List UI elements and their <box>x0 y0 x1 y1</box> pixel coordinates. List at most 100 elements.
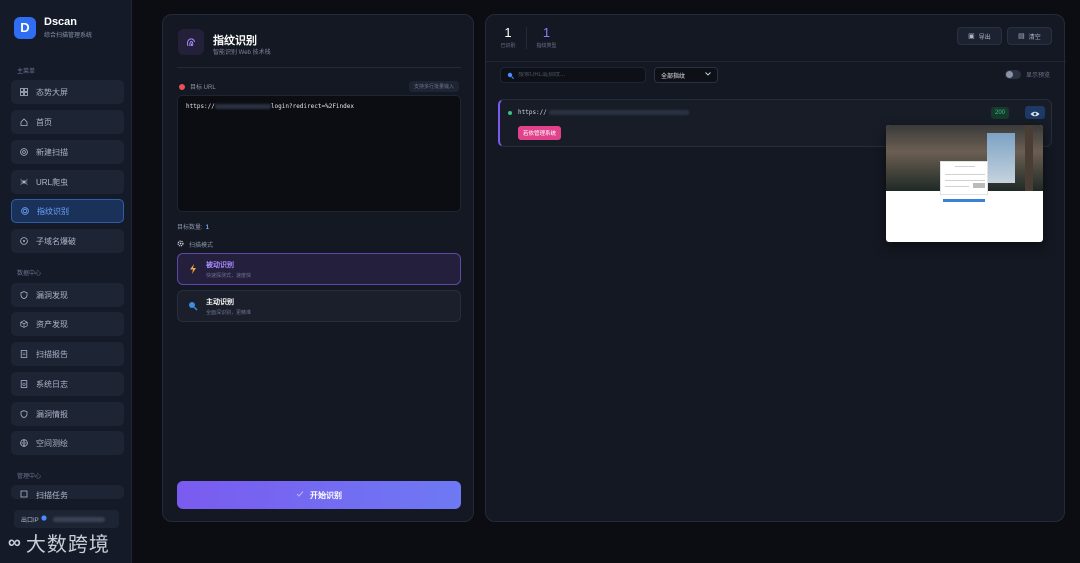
eye-icon <box>1030 104 1040 122</box>
filter-selected-value: 全部指纹 <box>661 73 686 80</box>
stat-identified-label: 已识别 <box>500 43 516 49</box>
mode-active[interactable]: 主动识别 全面深识别，更精准 <box>177 290 461 322</box>
mode-passive-desc: 快速探测式，速度快 <box>206 272 252 279</box>
grid-icon <box>20 88 28 96</box>
sidebar-item-label: 系统日志 <box>36 379 68 389</box>
status-badge: 200 <box>991 107 1010 119</box>
status-dot <box>508 111 512 115</box>
sidebar-item-vuln-discovery[interactable]: 漏洞发现 <box>11 283 124 307</box>
target-url-textarea[interactable]: https:// login?redirect=%2Findex <box>177 95 461 212</box>
section-label-main: 主菜单 <box>17 69 36 75</box>
target-dot-icon <box>179 83 185 90</box>
target-count: 目标数量: 1 <box>177 222 209 231</box>
clear-label: 清空 <box>1028 34 1041 41</box>
globe-icon <box>41 515 47 523</box>
sidebar-item-cyberspace-mapping[interactable]: 空间测绘 <box>11 431 124 455</box>
cube-icon <box>20 320 28 328</box>
sidebar-item-system-log[interactable]: 系统日志 <box>11 372 124 396</box>
sidebar-item-label: 资产发现 <box>36 319 68 329</box>
radar-icon <box>20 148 28 156</box>
shield-icon <box>20 291 28 299</box>
url-suffix-text: login?redirect=%2Findex <box>270 103 354 110</box>
exit-ip-label: 出口IP <box>21 517 39 524</box>
watermark: ∞ 大数跨境 <box>8 528 110 557</box>
preview-toggle-row: 显示预览 <box>1004 70 1050 79</box>
search-box[interactable] <box>500 67 646 83</box>
sidebar-item-label: 指纹识别 <box>37 206 69 216</box>
start-recognition-button[interactable]: 开始识别 <box>177 481 461 509</box>
results-panel: 1 已识别 1 指纹类型 ▣ 导出 ▤ 清空 全部指纹 显示预览 https:/… <box>485 14 1066 522</box>
exit-ip-box: 出口IP <box>14 510 119 528</box>
batch-input-hint: 支持多行批量输入 <box>408 81 459 92</box>
url-host-redacted <box>214 104 271 109</box>
stat-identified: 1 已识别 <box>498 25 518 49</box>
sidebar-item-asset-discovery[interactable]: 资产发现 <box>11 312 124 336</box>
sidebar-item-new-scan[interactable]: 新建扫描 <box>11 140 124 164</box>
fingerprint-icon <box>178 29 204 55</box>
target-count-value: 1 <box>205 225 210 231</box>
site-preview-thumbnail <box>886 125 1043 242</box>
check-icon <box>296 490 304 500</box>
section-label-data: 数据中心 <box>17 271 42 277</box>
sidebar-item-scan-tasks[interactable]: 扫描任务 <box>11 485 124 499</box>
clear-button[interactable]: ▤ 清空 <box>1007 27 1052 45</box>
report-icon <box>20 350 28 358</box>
fingerprint-filter-select[interactable]: 全部指纹 <box>654 67 718 83</box>
mode-active-desc: 全面深识别，更精准 <box>206 309 252 316</box>
home-icon <box>20 118 28 126</box>
target-count-label: 目标数量: <box>177 225 203 231</box>
sidebar-item-scan-report[interactable]: 扫描报告 <box>11 342 124 366</box>
stat-identified-value: 1 <box>504 25 512 40</box>
target-icon <box>20 237 28 245</box>
sidebar-item-subdomain[interactable]: 子域名爆破 <box>11 229 124 253</box>
fingerprint-icon <box>21 207 29 215</box>
result-url[interactable]: https:// <box>518 109 689 116</box>
start-button-label: 开始识别 <box>310 490 342 500</box>
fingerprint-tag[interactable]: 若依管理系统 <box>518 126 562 140</box>
sidebar-item-label: 漏洞发现 <box>36 290 68 300</box>
stat-fingerprint-types-label: 指纹类型 <box>536 43 557 49</box>
globe-icon <box>20 439 28 447</box>
sidebar-item-label: 扫描报告 <box>36 349 68 359</box>
stat-fingerprint-types-value: 1 <box>542 25 551 40</box>
watermark-text: 大数跨境 <box>25 534 110 556</box>
result-url-redacted <box>548 110 689 115</box>
watermark-logo: ∞ <box>8 532 22 552</box>
exit-ip-value-redacted <box>52 516 105 522</box>
sidebar-item-dashboard[interactable]: 态势大屏 <box>11 80 124 104</box>
task-icon <box>20 490 28 498</box>
sidebar-item-label: 漏洞情报 <box>36 409 68 419</box>
sidebar-item-home[interactable]: 首页 <box>11 110 124 134</box>
divider <box>526 27 527 49</box>
brand-name: Dscan <box>44 16 78 28</box>
preview-toggle-label: 显示预览 <box>1025 73 1050 79</box>
brand-subtitle: 综合扫描管理系统 <box>44 33 93 39</box>
sidebar-item-label: 首页 <box>36 117 52 127</box>
shield-icon <box>20 410 28 418</box>
log-icon <box>20 380 28 388</box>
search-input[interactable] <box>518 72 638 78</box>
sidebar-item-label: 新建扫描 <box>36 147 68 157</box>
preview-toggle[interactable] <box>1004 70 1021 79</box>
save-icon: ▣ <box>968 33 975 40</box>
sidebar-item-fingerprint[interactable]: 指纹识别 <box>11 199 124 223</box>
stat-fingerprint-types: 1 指纹类型 <box>534 25 559 49</box>
lightning-icon <box>188 264 198 274</box>
page-subtitle: 智能识别 Web 技术栈 <box>213 50 271 56</box>
sidebar-item-label: 空间测绘 <box>36 438 68 448</box>
search-icon <box>507 66 514 84</box>
sidebar-item-label: 子域名爆破 <box>36 236 76 246</box>
sidebar-item-url-crawler[interactable]: URL爬虫 <box>11 170 124 194</box>
sidebar-item-label: 扫描任务 <box>36 491 68 499</box>
brand: D Dscan 综合扫描管理系统 <box>14 16 92 39</box>
section-label-manage: 管理中心 <box>17 474 42 480</box>
sidebar-item-label: 态势大屏 <box>36 87 68 97</box>
preview-login-form <box>940 161 988 195</box>
sidebar-item-vuln-intel[interactable]: 漏洞情报 <box>11 402 124 426</box>
magnifier-icon <box>188 301 198 311</box>
url-prefix-text: https:// <box>186 103 215 110</box>
export-button[interactable]: ▣ 导出 <box>957 27 1002 45</box>
scan-mode-label-text: 扫描模式 <box>189 243 214 249</box>
mode-passive[interactable]: 被动识别 快速探测式，速度快 <box>177 253 461 285</box>
preview-eye-button[interactable] <box>1025 106 1045 119</box>
